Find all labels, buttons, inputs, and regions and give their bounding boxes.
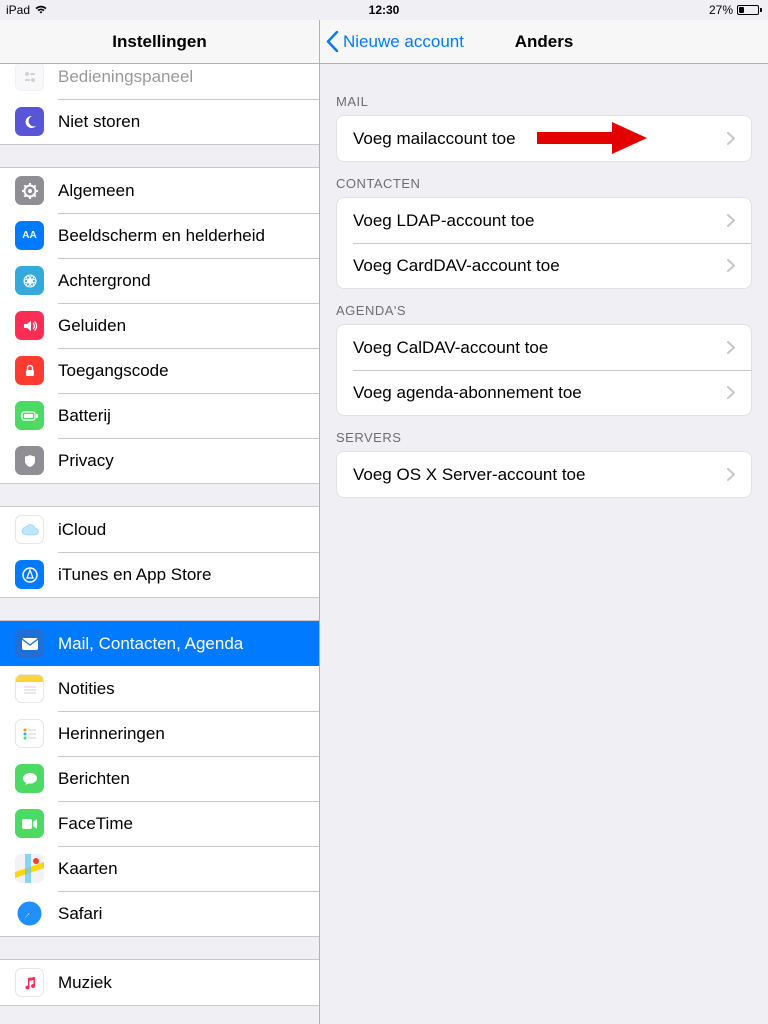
- sidebar-item-label: Geluiden: [58, 316, 126, 336]
- sidebar-item-messages[interactable]: Berichten: [0, 756, 319, 801]
- sidebar-item-do-not-disturb[interactable]: Niet storen: [0, 99, 319, 144]
- sidebar-item-reminders[interactable]: Herinneringen: [0, 711, 319, 756]
- moon-icon: [15, 107, 44, 136]
- sidebar-item-label: Berichten: [58, 769, 130, 789]
- sidebar-item-label: Beeldscherm en helderheid: [58, 226, 265, 246]
- row-label: Voeg LDAP-account toe: [353, 211, 534, 231]
- clock: 12:30: [369, 3, 400, 17]
- sidebar-item-privacy[interactable]: Privacy: [0, 438, 319, 483]
- sidebar-title: Instellingen: [112, 32, 206, 52]
- chevron-left-icon: [326, 31, 339, 52]
- row-label: Voeg mailaccount toe: [353, 129, 516, 149]
- reminders-icon: [15, 719, 44, 748]
- row-label: Voeg OS X Server-account toe: [353, 465, 585, 485]
- music-icon: [15, 968, 44, 997]
- section-header-calendars: AGENDA'S: [320, 289, 768, 324]
- sidebar-item-label: Algemeen: [58, 181, 135, 201]
- sidebar-item-label: Kaarten: [58, 859, 118, 879]
- chevron-right-icon: [727, 259, 735, 272]
- chevron-right-icon: [727, 341, 735, 354]
- status-bar: iPad 12:30 27%: [0, 0, 768, 20]
- sidebar-item-icloud[interactable]: iCloud: [0, 507, 319, 552]
- carrier-label: iPad: [6, 3, 30, 17]
- sidebar-item-label: FaceTime: [58, 814, 133, 834]
- section-header-mail: MAIL: [320, 64, 768, 115]
- gear-icon: [15, 176, 44, 205]
- sidebar-item-label: Bedieningspaneel: [58, 67, 193, 87]
- sidebar-item-general[interactable]: Algemeen: [0, 168, 319, 213]
- safari-icon: [15, 899, 44, 928]
- sidebar-item-passcode[interactable]: Toegangscode: [0, 348, 319, 393]
- mail-icon: [15, 629, 44, 658]
- sidebar-item-label: Privacy: [58, 451, 114, 471]
- back-label: Nieuwe account: [343, 32, 464, 52]
- appstore-icon: [15, 560, 44, 589]
- chevron-right-icon: [727, 386, 735, 399]
- red-arrow-annotation: [537, 122, 647, 154]
- detail-title: Anders: [515, 32, 574, 52]
- back-button[interactable]: Nieuwe account: [326, 31, 464, 52]
- chevron-right-icon: [727, 468, 735, 481]
- sidebar-item-wallpaper[interactable]: Achtergrond: [0, 258, 319, 303]
- lock-icon: [15, 356, 44, 385]
- facetime-icon: [15, 809, 44, 838]
- row-label: Voeg CardDAV-account toe: [353, 256, 560, 276]
- sounds-icon: [15, 311, 44, 340]
- sidebar-item-label: Niet storen: [58, 112, 140, 132]
- row-add-carddav-account[interactable]: Voeg CardDAV-account toe: [337, 243, 751, 288]
- detail-pane: Nieuwe account Anders MAIL Voeg mailacco…: [320, 20, 768, 1024]
- row-add-osx-server-account[interactable]: Voeg OS X Server-account toe: [337, 452, 751, 497]
- wallpaper-icon: [15, 266, 44, 295]
- wifi-icon: [34, 3, 48, 17]
- row-add-ldap-account[interactable]: Voeg LDAP-account toe: [337, 198, 751, 243]
- row-label: Voeg CalDAV-account toe: [353, 338, 548, 358]
- sidebar-nav-header: Instellingen: [0, 20, 319, 64]
- sidebar-item-display[interactable]: AA Beeldscherm en helderheid: [0, 213, 319, 258]
- battery-settings-icon: [15, 401, 44, 430]
- sidebar-item-facetime[interactable]: FaceTime: [0, 801, 319, 846]
- messages-icon: [15, 764, 44, 793]
- notes-icon: [15, 674, 44, 703]
- section-header-servers: SERVERS: [320, 416, 768, 451]
- icloud-icon: [15, 515, 44, 544]
- battery-icon: [737, 5, 762, 15]
- sidebar-item-label: Achtergrond: [58, 271, 151, 291]
- row-add-calendar-subscription[interactable]: Voeg agenda-abonnement toe: [337, 370, 751, 415]
- sidebar-item-battery[interactable]: Batterij: [0, 393, 319, 438]
- sidebar-item-music[interactable]: Muziek: [0, 960, 319, 1005]
- row-label: Voeg agenda-abonnement toe: [353, 383, 582, 403]
- maps-icon: [15, 854, 44, 883]
- sidebar-item-label: Muziek: [58, 973, 112, 993]
- sidebar-item-label: iTunes en App Store: [58, 565, 211, 585]
- sidebar-item-label: Safari: [58, 904, 102, 924]
- sidebar-item-control-center[interactable]: Bedieningspaneel: [0, 64, 319, 99]
- sidebar-item-label: Herinneringen: [58, 724, 165, 744]
- sidebar-item-maps[interactable]: Kaarten: [0, 846, 319, 891]
- sidebar-item-label: Toegangscode: [58, 361, 169, 381]
- display-icon: AA: [15, 221, 44, 250]
- sidebar-item-label: Notities: [58, 679, 115, 699]
- sidebar-item-mail-contacts-calendar[interactable]: Mail, Contacten, Agenda: [0, 621, 319, 666]
- detail-nav-header: Nieuwe account Anders: [320, 20, 768, 64]
- privacy-icon: [15, 446, 44, 475]
- row-add-caldav-account[interactable]: Voeg CalDAV-account toe: [337, 325, 751, 370]
- sidebar-item-notes[interactable]: Notities: [0, 666, 319, 711]
- battery-pct: 27%: [709, 3, 733, 17]
- chevron-right-icon: [727, 132, 735, 145]
- section-header-contacts: CONTACTEN: [320, 162, 768, 197]
- control-center-icon: [15, 64, 44, 91]
- sidebar-item-label: iCloud: [58, 520, 106, 540]
- sidebar-item-sounds[interactable]: Geluiden: [0, 303, 319, 348]
- settings-sidebar: Instellingen Berichtgeving Bedieningspan…: [0, 20, 320, 1024]
- row-add-mail-account[interactable]: Voeg mailaccount toe: [337, 116, 751, 161]
- sidebar-item-label: Batterij: [58, 406, 111, 426]
- sidebar-item-label: Mail, Contacten, Agenda: [58, 634, 243, 654]
- sidebar-item-safari[interactable]: Safari: [0, 891, 319, 936]
- chevron-right-icon: [727, 214, 735, 227]
- sidebar-item-itunes-appstore[interactable]: iTunes en App Store: [0, 552, 319, 597]
